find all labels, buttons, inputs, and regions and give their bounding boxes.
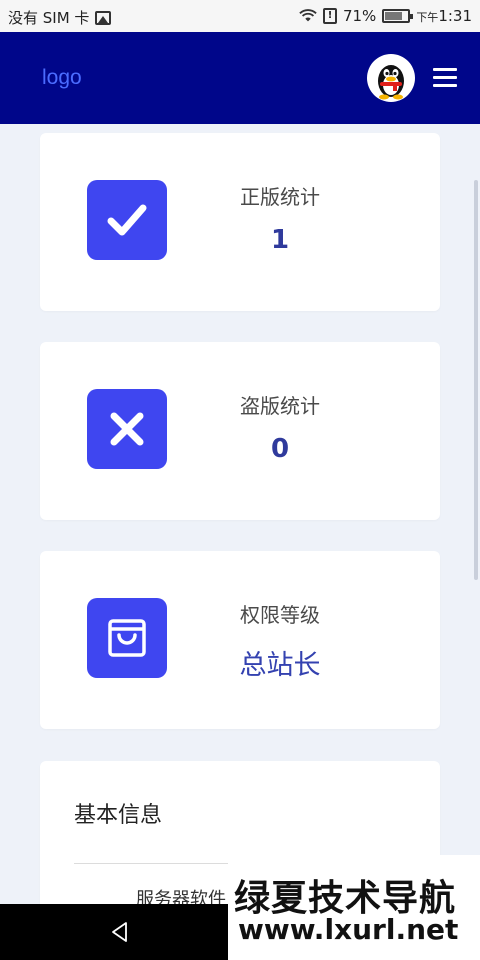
logo[interactable]: logo — [42, 66, 82, 90]
shopping-bag-icon — [87, 598, 167, 678]
carrier-text: 没有 SIM 卡 — [8, 9, 90, 27]
stat-value: 1 — [270, 225, 290, 255]
stat-label: 盗版统计 — [240, 394, 320, 418]
clock-time: 1:31 — [438, 7, 472, 25]
hamburger-menu-icon[interactable] — [433, 68, 457, 88]
stat-label: 正版统计 — [240, 185, 320, 209]
stat-card-pirated: 盗版统计 0 — [40, 342, 440, 520]
app-header: logo — [0, 32, 480, 124]
scrollbar[interactable] — [474, 180, 478, 580]
time-prefix: 下午 — [416, 11, 439, 24]
qq-penguin-avatar-icon — [378, 65, 404, 100]
stat-card-permission-level: 权限等级 总站长 — [40, 551, 440, 729]
stat-value: 总站长 — [239, 650, 321, 681]
battery-icon — [382, 9, 414, 23]
wifi-icon — [299, 9, 317, 22]
x-icon — [87, 389, 167, 469]
system-nav-bar — [0, 904, 228, 960]
watermark-url: www.lxurl.net — [238, 913, 459, 946]
alert-icon: ! — [322, 8, 337, 24]
checkmark-icon — [87, 180, 167, 260]
avatar[interactable] — [367, 54, 415, 102]
watermark: 绿夏技术导航 www.lxurl.net — [228, 855, 480, 960]
stat-label: 权限等级 — [240, 603, 320, 627]
info-title: 基本信息 — [74, 803, 163, 828]
battery-percent: 71% — [342, 7, 377, 25]
stat-value: 0 — [270, 434, 290, 464]
back-icon[interactable] — [108, 920, 132, 944]
stat-card-genuine: 正版统计 1 — [40, 133, 440, 311]
battery-fill — [385, 12, 403, 20]
status-bar: 没有 SIM 卡 ! 71% 下午1:31 — [0, 0, 480, 32]
image-icon — [95, 10, 112, 25]
